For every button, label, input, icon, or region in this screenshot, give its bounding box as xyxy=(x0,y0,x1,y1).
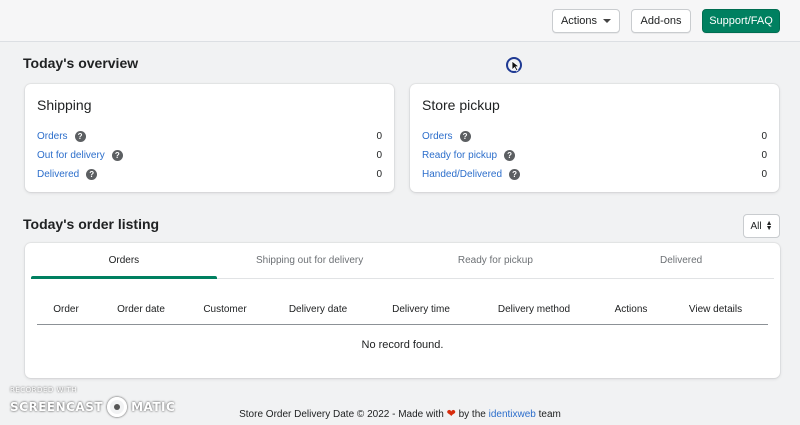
filter-select-value: All xyxy=(750,220,762,232)
select-arrows-icon: ▲ ▼ xyxy=(765,220,773,232)
pickup-handed-count: 0 xyxy=(761,168,767,180)
pickup-ready-link[interactable]: Ready for pickup xyxy=(422,150,497,161)
top-bar: Actions Add-ons Support/FAQ xyxy=(0,0,800,42)
listing-tabs: Orders Shipping out for delivery Ready f… xyxy=(31,243,774,279)
help-icon[interactable]: ? xyxy=(111,149,123,161)
shipping-orders-row: Orders ? 0 xyxy=(37,128,382,144)
footer-brand-link[interactable]: identixweb xyxy=(489,409,536,420)
watermark-top-text: RECORDED WITH xyxy=(10,386,78,394)
column-delivery-time: Delivery time xyxy=(392,304,450,315)
order-listing-card: Orders Shipping out for delivery Ready f… xyxy=(25,243,780,378)
shipping-delivered-row: Delivered ? 0 xyxy=(37,166,382,182)
shipping-out-for-delivery-row: Out for delivery ? 0 xyxy=(37,147,382,163)
watermark-brand: SCREENCAST MATIC xyxy=(10,397,175,417)
store-pickup-card: Store pickup Orders ? 0 Ready for pickup… xyxy=(410,84,779,192)
shipping-out-for-delivery-count: 0 xyxy=(376,149,382,161)
column-order-date: Order date xyxy=(117,304,165,315)
column-delivery-date: Delivery date xyxy=(288,304,348,315)
tab-delivered[interactable]: Delivered xyxy=(588,243,774,278)
shipping-delivered-count: 0 xyxy=(376,168,382,180)
shipping-orders-link[interactable]: Orders xyxy=(37,131,68,142)
footer-prefix: Store Order Delivery Date © 2022 - Made … xyxy=(239,409,444,420)
addons-button[interactable]: Add-ons xyxy=(631,9,691,33)
pickup-handed-row: Handed/Delivered ? 0 xyxy=(422,166,767,182)
help-icon[interactable]: ? xyxy=(509,168,521,180)
shipping-card-title: Shipping xyxy=(37,97,92,113)
support-faq-button[interactable]: Support/FAQ xyxy=(702,9,780,33)
empty-message: No record found. xyxy=(361,339,444,351)
watermark-right-text: MATIC xyxy=(131,400,176,414)
help-icon[interactable]: ? xyxy=(86,168,98,180)
store-pickup-card-title: Store pickup xyxy=(422,97,500,113)
heart-icon: ❤ xyxy=(446,408,456,420)
pickup-ready-row: Ready for pickup ? 0 xyxy=(422,147,767,163)
pickup-orders-link[interactable]: Orders xyxy=(422,131,453,142)
cursor-icon xyxy=(506,57,522,73)
screencast-logo-icon xyxy=(107,397,128,417)
pickup-handed-link[interactable]: Handed/Delivered xyxy=(422,169,502,180)
tab-shipping-out-for-delivery[interactable]: Shipping out for delivery xyxy=(217,243,403,278)
pickup-orders-row: Orders ? 0 xyxy=(422,128,767,144)
help-icon[interactable]: ? xyxy=(74,130,86,142)
actions-button[interactable]: Actions xyxy=(552,9,620,33)
filter-select[interactable]: All ▲ ▼ xyxy=(743,214,780,238)
footer-by: by the xyxy=(458,409,486,420)
column-delivery-method: Delivery method xyxy=(497,304,571,315)
help-icon[interactable]: ? xyxy=(459,130,471,142)
listing-title: Today's order listing xyxy=(23,216,160,232)
shipping-orders-count: 0 xyxy=(376,130,382,142)
help-icon[interactable]: ? xyxy=(504,149,516,161)
footer-suffix: team xyxy=(538,409,561,420)
shipping-delivered-link[interactable]: Delivered xyxy=(37,169,79,180)
column-actions: Actions xyxy=(614,304,648,315)
overview-title: Today's overview xyxy=(23,55,139,71)
column-order: Order xyxy=(53,304,79,315)
caret-down-icon xyxy=(603,19,612,23)
column-view-details: View details xyxy=(688,304,743,315)
column-customer: Customer xyxy=(203,304,247,315)
shipping-card: Shipping Orders ? 0 Out for delivery ? 0… xyxy=(25,84,394,192)
recording-watermark: RECORDED WITH SCREENCAST MATIC xyxy=(10,386,175,417)
tab-orders[interactable]: Orders xyxy=(31,243,217,279)
table-header: Order Order date Customer Delivery date … xyxy=(37,295,768,325)
shipping-out-for-delivery-link[interactable]: Out for delivery xyxy=(37,150,105,161)
pickup-ready-count: 0 xyxy=(761,149,767,161)
actions-label: Actions xyxy=(560,15,598,27)
pickup-orders-count: 0 xyxy=(761,130,767,142)
tab-ready-for-pickup[interactable]: Ready for pickup xyxy=(403,243,589,278)
watermark-left-text: SCREENCAST xyxy=(10,400,104,414)
